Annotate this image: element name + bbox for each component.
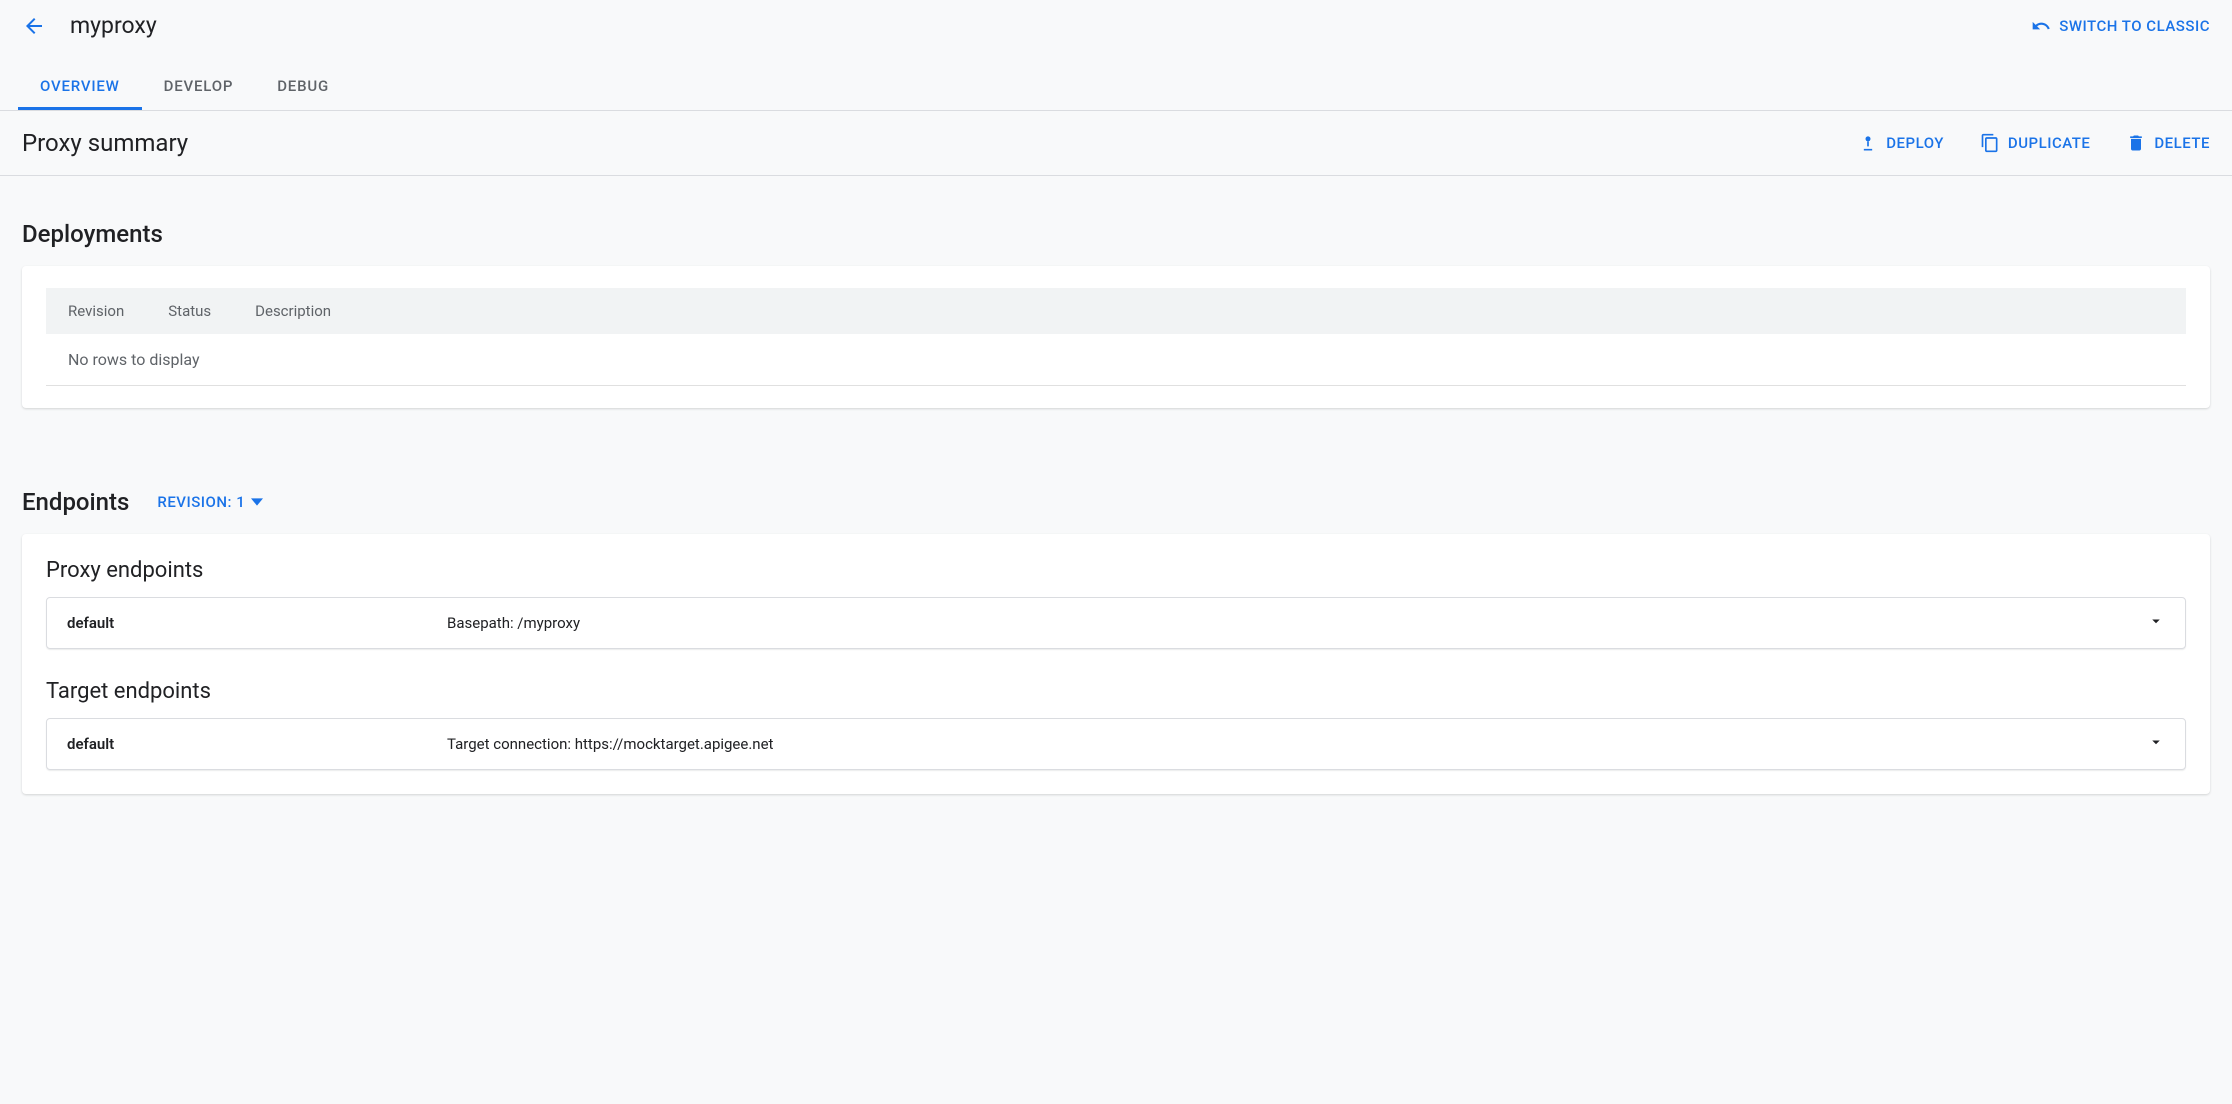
delete-button[interactable]: DELETE — [2126, 133, 2210, 153]
deployments-section: Deployments Revision Status Description … — [0, 220, 2232, 408]
target-endpoint-row[interactable]: default Target connection: https://mockt… — [46, 718, 2186, 770]
deploy-button[interactable]: DEPLOY — [1858, 133, 1944, 153]
col-revision: Revision — [68, 302, 124, 320]
undo-icon — [2031, 16, 2051, 36]
arrow-left-icon — [22, 14, 46, 38]
target-endpoint-name: default — [67, 735, 447, 753]
tab-bar: OVERVIEW DEVELOP DEBUG — [0, 65, 2232, 111]
chevron-down-icon — [2147, 733, 2165, 751]
deployments-title: Deployments — [22, 220, 2210, 248]
switch-to-classic-label: SWITCH TO CLASSIC — [2059, 17, 2210, 35]
endpoints-section: Endpoints REVISION: 1 Proxy endpoints de… — [0, 488, 2232, 794]
summary-actions: DEPLOY DUPLICATE DELETE — [1858, 133, 2210, 153]
header-left: myproxy — [22, 12, 157, 39]
summary-bar: Proxy summary DEPLOY DUPLICATE DELETE — [0, 111, 2232, 176]
endpoints-title: Endpoints — [22, 488, 129, 516]
revision-dropdown[interactable]: REVISION: 1 — [157, 493, 263, 511]
back-button[interactable] — [22, 14, 46, 38]
trash-icon — [2126, 133, 2146, 153]
page-header: myproxy SWITCH TO CLASSIC — [0, 0, 2232, 39]
page-title: myproxy — [70, 12, 157, 39]
expand-chevron — [2147, 733, 2165, 755]
proxy-endpoints-title: Proxy endpoints — [46, 558, 2186, 583]
deployments-card: Revision Status Description No rows to d… — [22, 266, 2210, 408]
endpoints-header-row: Endpoints REVISION: 1 — [22, 488, 2210, 516]
summary-title: Proxy summary — [22, 129, 188, 157]
deploy-label: DEPLOY — [1886, 134, 1944, 152]
deployments-table-header: Revision Status Description — [46, 288, 2186, 334]
caret-down-icon — [251, 496, 263, 508]
proxy-endpoint-detail: Basepath: /myproxy — [447, 614, 2147, 632]
delete-label: DELETE — [2154, 134, 2210, 152]
duplicate-button[interactable]: DUPLICATE — [1980, 133, 2090, 153]
col-description: Description — [255, 302, 331, 320]
tab-overview[interactable]: OVERVIEW — [18, 65, 142, 110]
deploy-icon — [1858, 133, 1878, 153]
switch-to-classic-button[interactable]: SWITCH TO CLASSIC — [2031, 16, 2210, 36]
duplicate-label: DUPLICATE — [2008, 134, 2090, 152]
deployments-empty-row: No rows to display — [46, 334, 2186, 386]
target-endpoints-title: Target endpoints — [46, 679, 2186, 704]
copy-icon — [1980, 133, 2000, 153]
target-endpoint-detail: Target connection: https://mocktarget.ap… — [447, 735, 2147, 753]
revision-label: REVISION: 1 — [157, 493, 245, 511]
chevron-down-icon — [2147, 612, 2165, 630]
proxy-endpoint-row[interactable]: default Basepath: /myproxy — [46, 597, 2186, 649]
col-status: Status — [168, 302, 211, 320]
tab-debug[interactable]: DEBUG — [255, 65, 351, 110]
tab-develop[interactable]: DEVELOP — [142, 65, 256, 110]
proxy-endpoint-name: default — [67, 614, 447, 632]
endpoints-card: Proxy endpoints default Basepath: /mypro… — [22, 534, 2210, 794]
expand-chevron — [2147, 612, 2165, 634]
